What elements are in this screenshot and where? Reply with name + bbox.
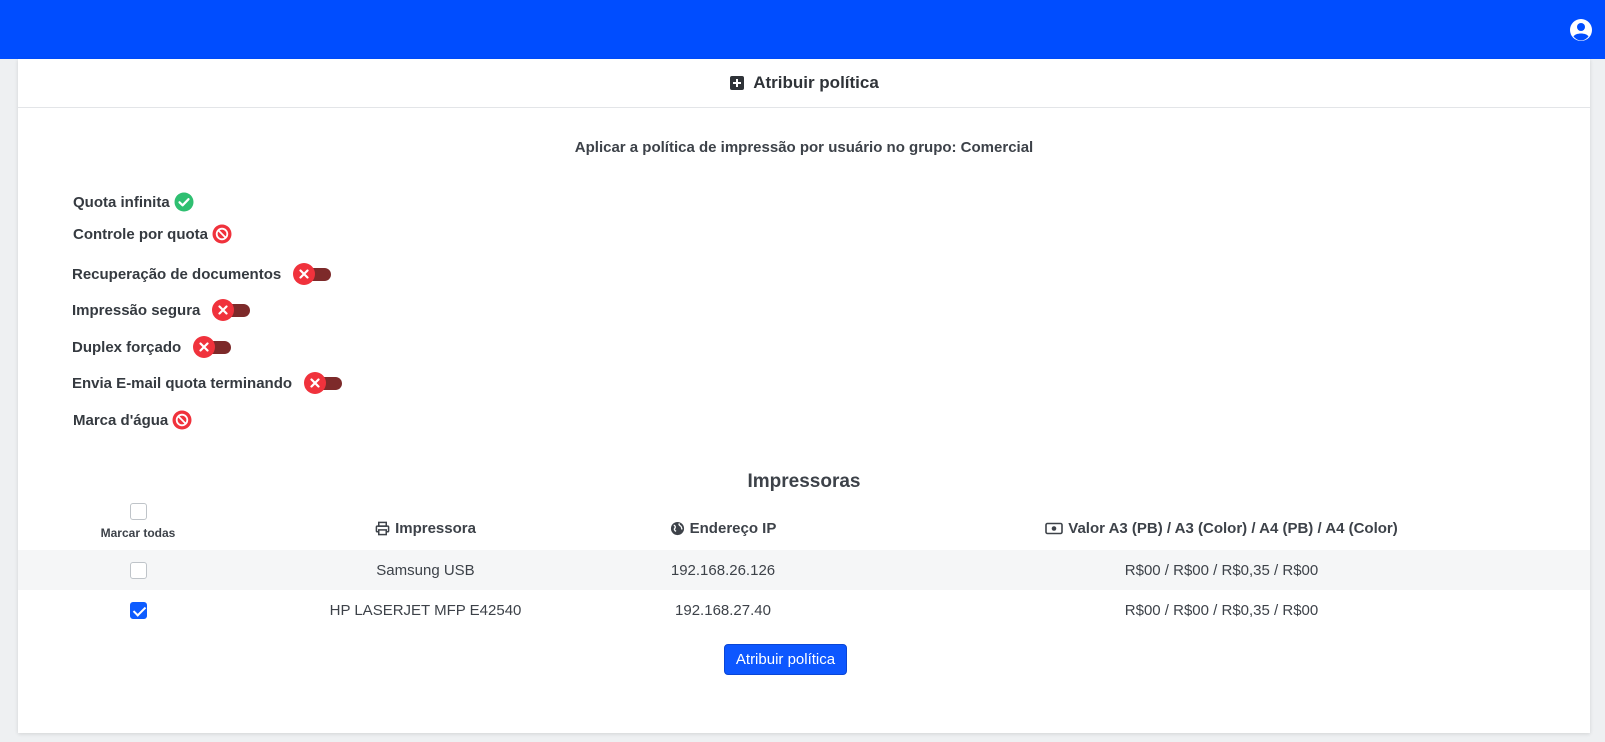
row-select-cell [18,550,258,590]
recuperacao-toggle[interactable] [293,263,333,285]
printer-ip: 192.168.27.40 [675,601,771,619]
table-header-row: Marcar todas Impressora Endereço IP Valo… [18,497,1590,550]
policy-card: Atribuir política Aplicar a política de … [18,59,1590,733]
ban-icon [172,410,192,430]
money-bill-icon [1045,522,1064,535]
card-header: Atribuir política [18,59,1590,108]
x-icon [193,336,216,358]
check-circle-icon [174,192,194,212]
option-label: Impressão segura [72,301,201,319]
globe-icon [670,521,684,536]
option-quota-infinita: Quota infinita [73,192,194,212]
check-all-checkbox[interactable] [129,503,147,520]
ip-column-header: Endereço IP [593,497,853,550]
duplex-toggle[interactable] [193,336,233,358]
card-title: Atribuir política [753,73,879,92]
option-marca-dagua: Marca d'água [73,410,192,430]
printer-ip: 192.168.26.126 [593,550,853,590]
printer-value: R$00 / R$00 / R$0,35 / R$00 [853,550,1590,590]
user-account-icon[interactable] [1569,18,1593,42]
printer-value: R$00 / R$00 / R$0,35 / R$00 [1124,601,1319,619]
option-controle-quota: Controle por quota [73,224,232,244]
printer-name: HP LASERJET MFP E42540 [329,601,522,619]
printer-column-header: Impressora [258,497,593,550]
ip-column-label: Endereço IP [689,520,777,537]
option-label: Marca d'água [73,411,169,429]
value-column-header: Valor A3 (PB) / A3 (Color) / A4 (PB) / A… [853,497,1590,550]
x-icon [304,372,327,394]
row-checkbox[interactable] [129,601,147,619]
row-select-cell [18,590,258,630]
table-row: HP LASERJET MFP E42540 192.168.27.40 R$0… [18,590,1590,630]
x-icon [212,299,235,321]
option-label: Duplex forçado [72,338,182,356]
email-quota-toggle[interactable] [304,372,344,394]
printers-section-title: Impressoras [747,471,861,492]
option-duplex: Duplex forçado [72,336,233,358]
option-label: Envia E-mail quota terminando [72,374,293,392]
option-label: Recuperação de documentos [72,265,282,283]
option-label: Quota infinita [73,193,170,211]
top-navbar [0,0,1605,59]
plus-square-icon [730,76,745,90]
ban-icon [212,224,232,244]
check-all-column: Marcar todas [18,497,258,550]
table-row: Samsung USB 192.168.26.126 R$00 / R$00 /… [18,550,1590,590]
printers-table: Marcar todas Impressora Endereço IP Valo… [18,497,1590,630]
policy-subtitle: Aplicar a política de impressão por usuá… [574,139,1034,156]
printer-icon [375,521,390,536]
option-recuperacao: Recuperação de documentos [72,263,333,285]
option-email-quota: Envia E-mail quota terminando [72,372,344,394]
row-checkbox[interactable] [129,561,147,579]
check-all-label: Marcar todas [100,526,176,540]
value-column-label: Valor A3 (PB) / A3 (Color) / A4 (PB) / A… [1068,520,1398,537]
option-impressao-segura: Impressão segura [72,299,252,321]
assign-policy-button[interactable]: Atribuir política [724,644,847,675]
x-icon [293,263,316,285]
option-label: Controle por quota [73,225,208,243]
impressao-segura-toggle[interactable] [212,299,252,321]
printer-name: Samsung USB [258,550,593,590]
printer-column-label: Impressora [395,520,476,537]
